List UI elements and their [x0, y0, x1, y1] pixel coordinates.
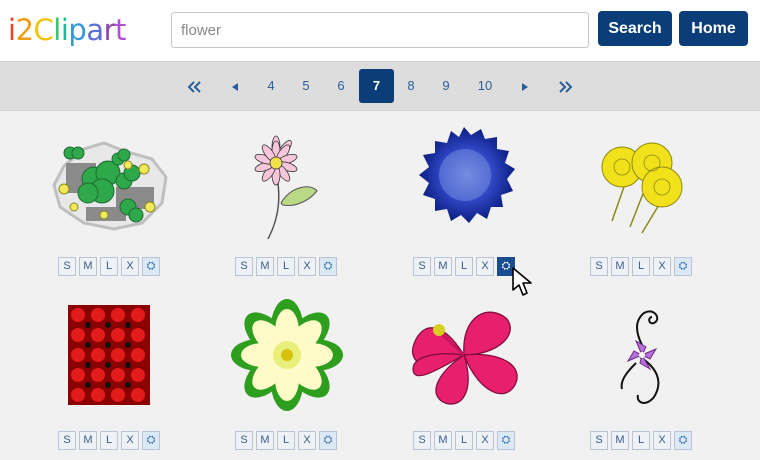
size-l-button[interactable]: L: [100, 257, 118, 276]
double-chevron-left-icon: [187, 80, 201, 93]
logo-letter: i: [8, 13, 16, 47]
logo-letter: a: [86, 13, 104, 47]
triangle-right-icon: [522, 82, 528, 91]
gear-icon[interactable]: ⛭: [142, 257, 160, 276]
size-x-button[interactable]: X: [653, 431, 671, 450]
size-buttons: S M L X ⛭: [556, 257, 726, 277]
logo-letter: r: [103, 13, 116, 47]
size-m-button[interactable]: M: [434, 431, 452, 450]
clipart-item-yellow-flower-bunch: S M L X ⛭: [556, 111, 726, 276]
clipart-image[interactable]: [379, 111, 549, 239]
size-x-button[interactable]: X: [653, 257, 671, 276]
logo-letter: t: [115, 13, 126, 47]
logo-letter: 2: [15, 13, 34, 47]
clipart-image[interactable]: [24, 285, 194, 405]
size-s-button[interactable]: S: [590, 257, 608, 276]
clipart-image[interactable]: [379, 285, 549, 405]
gear-icon[interactable]: ⛭: [319, 431, 337, 450]
size-l-button[interactable]: L: [632, 257, 650, 276]
size-x-button[interactable]: X: [298, 257, 316, 276]
size-x-button[interactable]: X: [298, 431, 316, 450]
size-buttons: S M L X ⛭: [24, 257, 194, 277]
page-link-6[interactable]: 6: [326, 69, 356, 103]
size-x-button[interactable]: X: [476, 257, 494, 276]
clipart-item-clover-collage: S M L X ⛭: [24, 111, 194, 276]
gear-icon[interactable]: ⛭: [319, 257, 337, 276]
page-link-4[interactable]: 4: [256, 69, 286, 103]
size-s-button[interactable]: S: [590, 431, 608, 450]
pagination-bar: 4 5 6 7 8 9 10: [0, 61, 760, 111]
home-button[interactable]: Home: [679, 11, 748, 46]
logo-letter: l: [53, 13, 61, 47]
page-link-8[interactable]: 8: [396, 69, 426, 103]
size-s-button[interactable]: S: [235, 257, 253, 276]
header: i2Clipart Search Home: [0, 0, 760, 60]
size-m-button[interactable]: M: [611, 431, 629, 450]
next-page-button[interactable]: [510, 69, 540, 103]
size-x-button[interactable]: X: [476, 431, 494, 450]
size-m-button[interactable]: M: [434, 257, 452, 276]
last-page-button[interactable]: [550, 69, 580, 103]
size-s-button[interactable]: S: [58, 431, 76, 450]
clipart-image[interactable]: [556, 111, 726, 239]
gear-icon[interactable]: ⛭: [674, 257, 692, 276]
search-input[interactable]: [171, 12, 589, 48]
size-buttons: S M L X ⛭: [201, 431, 371, 451]
page-link-7-current[interactable]: 7: [359, 69, 394, 103]
size-buttons: S M L X ⛭: [201, 257, 371, 277]
clipart-item-swirl-purple-flower: S M L X ⛭: [556, 285, 726, 450]
size-m-button[interactable]: M: [256, 431, 274, 450]
size-l-button[interactable]: L: [277, 431, 295, 450]
size-s-button[interactable]: S: [413, 431, 431, 450]
clipart-image[interactable]: [556, 285, 726, 405]
gear-icon[interactable]: ⛭: [497, 431, 515, 450]
gear-icon[interactable]: ⛭: [674, 431, 692, 450]
clipart-image[interactable]: [201, 285, 371, 411]
page-link-9[interactable]: 9: [431, 69, 461, 103]
clipart-item-red-flower-pattern: S M L X ⛭: [24, 285, 194, 450]
clipart-item-white-daisy-green: S M L X ⛭: [201, 285, 371, 450]
clipart-item-pink-hibiscus: S M L X ⛭: [379, 285, 549, 450]
clipart-image[interactable]: [24, 111, 194, 239]
size-m-button[interactable]: M: [611, 257, 629, 276]
size-m-button[interactable]: M: [79, 431, 97, 450]
size-s-button[interactable]: S: [235, 431, 253, 450]
size-x-button[interactable]: X: [121, 257, 139, 276]
triangle-left-icon: [232, 82, 238, 91]
clipart-image[interactable]: [201, 111, 371, 239]
clipart-item-pink-daisy-stem: S M L X ⛭: [201, 111, 371, 276]
site-logo[interactable]: i2Clipart: [8, 13, 126, 47]
size-buttons: S M L X ⛭: [556, 431, 726, 451]
logo-letter: C: [33, 13, 54, 47]
size-x-button[interactable]: X: [121, 431, 139, 450]
size-buttons: S M L X ⛭: [24, 431, 194, 451]
clipart-item-blue-cornflower: S M L X ⛭: [379, 111, 549, 276]
first-page-button[interactable]: [180, 69, 210, 103]
page-link-10[interactable]: 10: [468, 69, 502, 103]
size-m-button[interactable]: M: [79, 257, 97, 276]
size-s-button[interactable]: S: [413, 257, 431, 276]
double-chevron-right-icon: [559, 80, 573, 93]
size-m-button[interactable]: M: [256, 257, 274, 276]
search-button[interactable]: Search: [598, 11, 672, 46]
size-l-button[interactable]: L: [100, 431, 118, 450]
size-l-button[interactable]: L: [455, 431, 473, 450]
page-link-5[interactable]: 5: [291, 69, 321, 103]
logo-letter: i: [60, 13, 69, 47]
size-l-button[interactable]: L: [455, 257, 473, 276]
size-l-button[interactable]: L: [277, 257, 295, 276]
size-l-button[interactable]: L: [632, 431, 650, 450]
mouse-cursor-icon: [512, 267, 532, 296]
logo-letter: p: [68, 13, 87, 47]
prev-page-button[interactable]: [220, 69, 250, 103]
size-buttons: S M L X ⛭: [379, 431, 549, 451]
gear-icon[interactable]: ⛭: [142, 431, 160, 450]
size-s-button[interactable]: S: [58, 257, 76, 276]
